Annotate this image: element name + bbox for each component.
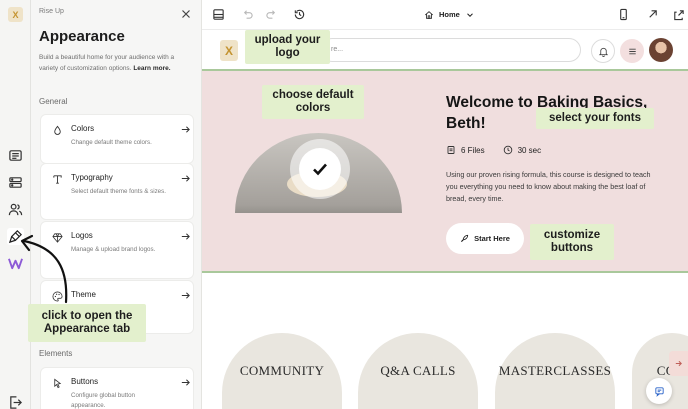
panel-description: Build a beautiful home for your audience… [39, 53, 191, 74]
hero-description: Using our proven rising formula, this co… [446, 170, 651, 203]
buttons-card[interactable]: Buttons Configure global button appearan… [40, 367, 194, 409]
editor-toolbar: Home [202, 0, 688, 30]
search-input[interactable]: re... [320, 38, 581, 62]
general-section-label: General [39, 97, 68, 106]
callout-upload-logo: upload your logo [245, 30, 330, 64]
search-placeholder: re... [331, 46, 344, 53]
collections-icon[interactable] [7, 174, 24, 191]
learn-more-link[interactable]: Learn more. [133, 65, 170, 72]
callout-open-appearance: click to open the Appearance tab [28, 304, 146, 342]
collections-row: COMMUNITY Q&A CALLS MASTERCLASSES COM [202, 275, 688, 409]
collection-card-qa-calls[interactable]: Q&A CALLS [358, 333, 478, 409]
card-description: Configure global button appearance. [71, 392, 135, 409]
appearance-panel: Rise Up Appearance Build a beautiful hom… [31, 0, 202, 409]
arrow-right-icon [181, 233, 190, 240]
open-external-icon[interactable] [645, 7, 659, 21]
home-icon [424, 10, 434, 19]
colors-card[interactable]: Colors Change default theme colors. [40, 114, 194, 164]
hero-meta: 6 Files 30 sec [446, 145, 541, 155]
start-here-button[interactable]: Start Here [446, 223, 524, 254]
menu-button[interactable] [620, 39, 644, 63]
typography-card[interactable]: Typography Select default theme fonts & … [40, 163, 194, 220]
chat-icon [654, 386, 664, 397]
card-title: Theme [71, 290, 96, 299]
redo-icon[interactable] [264, 7, 278, 21]
callout-select-fonts: select your fonts [536, 108, 654, 129]
close-icon[interactable] [180, 8, 192, 20]
arrow-right-icon [181, 126, 190, 133]
mobile-preview-icon[interactable] [616, 7, 630, 21]
pages-icon[interactable] [7, 147, 24, 164]
bell-icon [598, 47, 608, 57]
app-root: X Rise Up Appearance Build a beautiful h… [0, 0, 688, 409]
card-title: Buttons [71, 377, 99, 386]
elements-section-label: Elements [39, 349, 73, 358]
page-name: Home [439, 10, 460, 19]
site-logo[interactable]: X [220, 40, 238, 61]
chat-button[interactable] [646, 378, 672, 404]
layout-icon[interactable] [211, 7, 225, 21]
scroll-right-button[interactable] [669, 351, 688, 376]
chevron-down-icon [466, 12, 473, 17]
site-name: Rise Up [39, 8, 64, 15]
arrow-right-icon [181, 379, 190, 386]
arrow-right-icon [181, 175, 190, 182]
card-title: Typography [71, 173, 113, 182]
callout-default-colors: choose default colors [262, 85, 364, 119]
left-rail: X [0, 0, 31, 409]
avatar[interactable] [649, 38, 673, 62]
callout-customize-buttons: customize buttons [530, 224, 614, 260]
files-icon [447, 146, 455, 154]
hamburger-icon [628, 48, 636, 54]
clock-icon [503, 145, 512, 155]
logos-card[interactable]: Logos Manage & upload brand logos. [40, 221, 194, 279]
pointer-icon [54, 378, 62, 389]
collection-card-masterclasses[interactable]: MASTERCLASSES [495, 333, 615, 409]
card-title: Colors [71, 124, 95, 133]
arrow-right-icon [675, 360, 682, 367]
gem-icon [52, 233, 63, 243]
exit-icon[interactable] [7, 394, 24, 409]
checkmark-icon [299, 148, 341, 190]
page-selector[interactable]: Home [424, 7, 475, 22]
typography-icon [53, 175, 62, 184]
card-title: Logos [71, 231, 93, 240]
duration: 30 sec [517, 145, 542, 155]
collection-card-community[interactable]: COMMUNITY [222, 333, 342, 409]
files-count: 6 Files [461, 145, 485, 155]
undo-icon[interactable] [240, 7, 254, 21]
notification-button[interactable] [591, 39, 615, 63]
appearance-brush-icon[interactable] [7, 228, 24, 245]
card-description: Manage & upload brand logos. [71, 246, 156, 253]
panel-title: Appearance [39, 28, 125, 45]
history-icon[interactable] [292, 7, 306, 21]
start-here-label: Start Here [474, 234, 510, 243]
share-icon[interactable] [671, 7, 685, 21]
rocket-icon [461, 234, 469, 243]
card-description: Change default theme colors. [71, 139, 152, 146]
w-brand-icon[interactable] [7, 255, 24, 272]
arrow-right-icon [181, 292, 190, 299]
palette-icon [52, 291, 63, 302]
droplet-icon [54, 125, 61, 135]
members-icon[interactable] [7, 201, 24, 218]
card-description: Select default theme fonts & sizes. [71, 188, 166, 195]
brand-logo[interactable]: X [8, 7, 23, 22]
